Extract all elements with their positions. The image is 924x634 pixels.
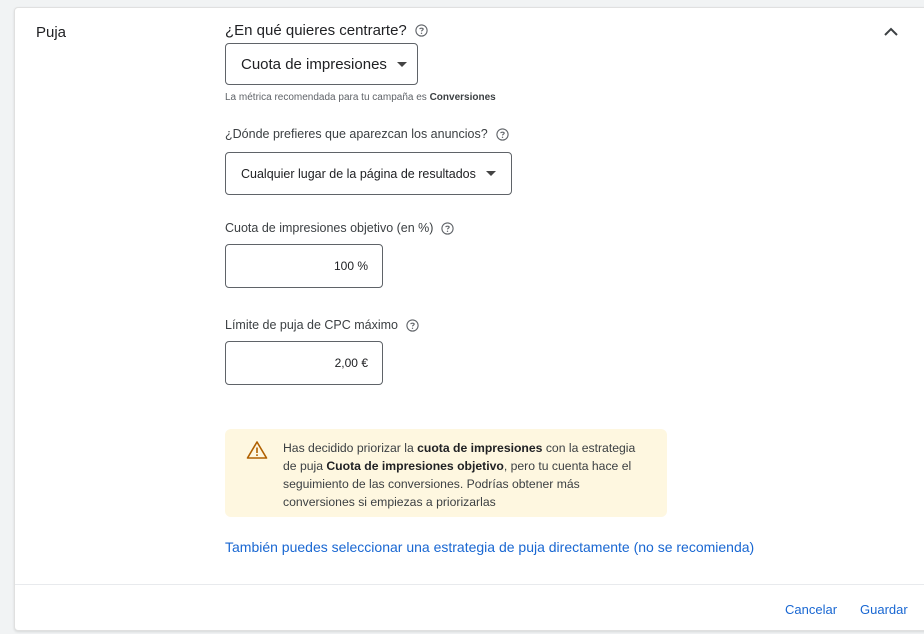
warning-bold-2: Cuota de impresiones objetivo [326, 459, 504, 473]
save-button[interactable]: Guardar [860, 602, 908, 617]
placement-select[interactable]: Cualquier lugar de la página de resultad… [225, 152, 512, 195]
recommended-metric-hint: La métrica recomendada para tu campaña e… [225, 92, 496, 103]
target-share-label-row: Cuota de impresiones objetivo (en %) [225, 221, 455, 235]
max-cpc-field[interactable] [225, 341, 383, 385]
help-icon[interactable] [415, 24, 428, 37]
focus-select-value: Cuota de impresiones [241, 55, 387, 73]
help-icon[interactable] [441, 221, 455, 235]
warning-triangle-icon [246, 440, 268, 460]
placement-label: ¿Dónde prefieres que aparezcan los anunc… [225, 127, 488, 141]
target-share-field[interactable] [225, 244, 383, 288]
placement-label-row: ¿Dónde prefieres que aparezcan los anunc… [225, 127, 509, 141]
collapse-button[interactable] [879, 20, 903, 44]
max-cpc-label: Límite de puja de CPC máximo [225, 318, 398, 332]
chevron-up-icon [884, 27, 898, 36]
caret-down-icon [485, 171, 496, 176]
hint-metric: Conversiones [429, 92, 496, 103]
section-title: Puja [36, 24, 67, 41]
warning-bold-1: cuota de impresiones [417, 441, 543, 455]
warning-banner: Has decidido priorizar la cuota de impre… [225, 429, 667, 517]
footer-divider [15, 584, 924, 585]
bidding-card: Puja ¿En qué quieres centrarte? Cuota de… [14, 7, 924, 631]
hint-prefix: La métrica recomendada para tu campaña e… [225, 92, 427, 103]
target-share-input[interactable] [226, 259, 368, 273]
target-share-label: Cuota de impresiones objetivo (en %) [225, 221, 434, 235]
focus-select[interactable]: Cuota de impresiones [225, 43, 418, 85]
caret-down-icon [396, 61, 407, 67]
cancel-button[interactable]: Cancelar [785, 602, 837, 617]
warning-text-1: Has decidido priorizar la [283, 441, 414, 455]
max-cpc-input[interactable] [226, 356, 368, 370]
placement-select-value: Cualquier lugar de la página de resultad… [241, 166, 476, 181]
focus-label-row: ¿En qué quieres centrarte? [225, 22, 428, 39]
help-icon[interactable] [406, 318, 419, 332]
max-cpc-label-row: Límite de puja de CPC máximo [225, 318, 419, 332]
help-icon[interactable] [496, 127, 509, 141]
direct-strategy-link[interactable]: También puedes seleccionar una estrategi… [225, 539, 754, 555]
focus-label: ¿En qué quieres centrarte? [225, 22, 407, 39]
